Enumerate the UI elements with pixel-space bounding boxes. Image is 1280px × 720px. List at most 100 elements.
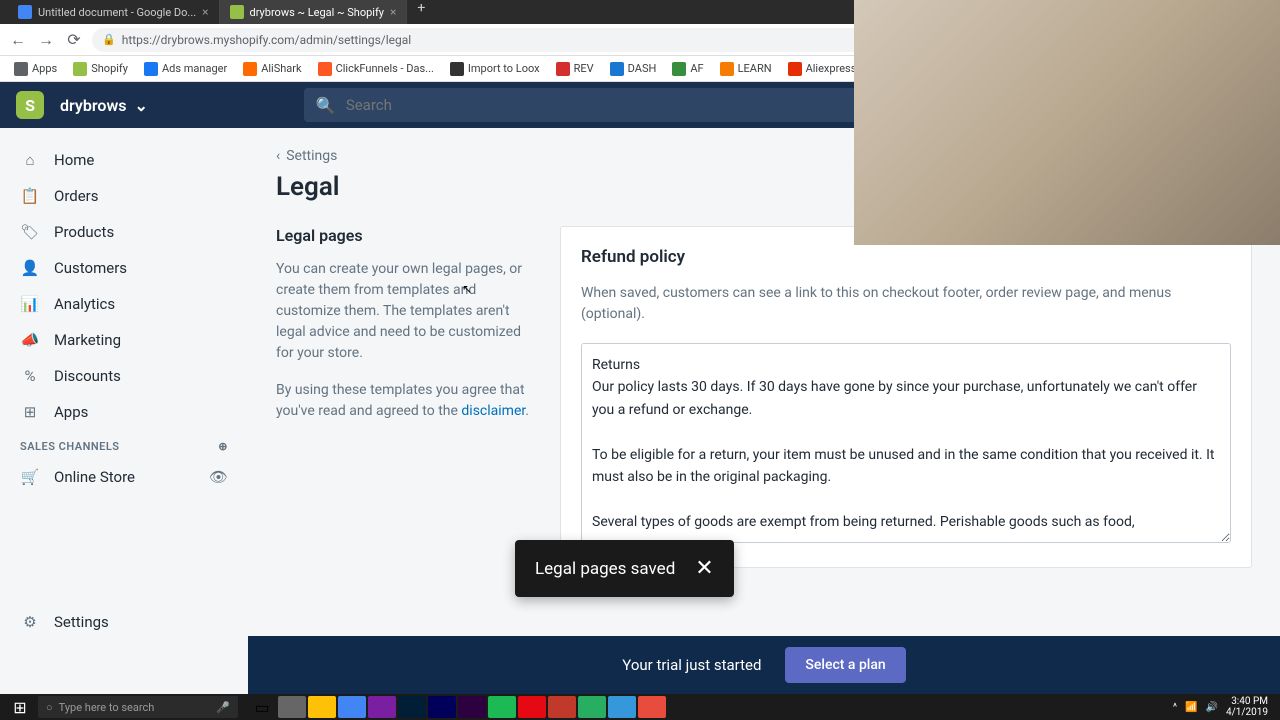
sidebar: ⌂Home 📋Orders 🏷Products 👤Customers 📊Anal…	[0, 128, 248, 654]
bookmark-loox[interactable]: Import to Loox	[444, 60, 546, 78]
taskbar-app-icon[interactable]	[278, 696, 306, 718]
save-toast: Legal pages saved ✕	[515, 540, 734, 597]
taskbar-app-icon[interactable]	[578, 696, 606, 718]
sidebar-item-marketing[interactable]: 📣Marketing	[0, 322, 248, 358]
customers-icon: 👤	[20, 258, 40, 278]
chevron-left-icon: ‹	[276, 148, 280, 164]
taskbar-search[interactable]: ○ Type here to search 🎤	[38, 696, 238, 718]
bookmark-clickfunnels[interactable]: ClickFunnels - Das...	[312, 60, 440, 78]
search-icon: ○	[46, 701, 53, 714]
bookmark-dash[interactable]: DASH	[604, 60, 663, 78]
close-icon[interactable]: ×	[202, 5, 208, 19]
bookmark-learn[interactable]: LEARN	[714, 60, 778, 78]
toast-message: Legal pages saved	[535, 559, 675, 579]
bookmark-icon	[450, 62, 464, 76]
lock-icon: 🔒	[102, 33, 116, 46]
taskbar-app-icon[interactable]	[608, 696, 636, 718]
bookmark-aliexpress[interactable]: Aliexpress	[782, 60, 863, 78]
premiere-icon[interactable]	[458, 696, 486, 718]
disclaimer-link[interactable]: disclaimer	[461, 403, 525, 419]
sidebar-section-channels: SALES CHANNELS ⊕	[0, 430, 248, 459]
url-text: https://drybrows.myshopify.com/admin/set…	[122, 33, 412, 47]
start-button[interactable]: ⊞	[4, 694, 36, 720]
discounts-icon: %	[20, 366, 40, 386]
sidebar-item-home[interactable]: ⌂Home	[0, 142, 248, 178]
bookmark-icon	[144, 62, 158, 76]
two-column-layout: Legal pages You can create your own lega…	[276, 226, 1252, 568]
network-icon[interactable]: 📶	[1185, 702, 1197, 713]
new-tab-button[interactable]: +	[407, 0, 435, 24]
bookmark-shopify[interactable]: Shopify	[67, 60, 134, 78]
mic-icon[interactable]: 🎤	[216, 701, 230, 714]
bookmark-rev[interactable]: REV	[550, 60, 600, 78]
add-channel-icon[interactable]: ⊕	[218, 440, 228, 453]
sidebar-item-products[interactable]: 🏷Products	[0, 214, 248, 250]
right-column: Refund policy When saved, customers can …	[560, 226, 1252, 568]
home-icon: ⌂	[20, 150, 40, 170]
tab-label: Untitled document - Google Do...	[38, 6, 196, 19]
spotify-icon[interactable]	[488, 696, 516, 718]
clock[interactable]: 3:40 PM 4/1/2019	[1226, 696, 1268, 718]
onenote-icon[interactable]	[368, 696, 396, 718]
chrome-icon[interactable]	[338, 696, 366, 718]
tab-shopify[interactable]: drybrows ~ Legal ~ Shopify ×	[220, 0, 408, 24]
tab-google-docs[interactable]: Untitled document - Google Do... ×	[8, 0, 220, 24]
task-view-icon[interactable]: ▭	[248, 696, 276, 718]
shopify-logo-icon: S	[16, 91, 44, 119]
search-input[interactable]	[346, 96, 872, 114]
close-icon[interactable]: ×	[390, 5, 396, 19]
cursor-icon: ↖	[462, 282, 472, 296]
sidebar-item-apps[interactable]: ⊞Apps	[0, 394, 248, 430]
reload-button[interactable]: ⟳	[64, 30, 84, 50]
volume-icon[interactable]: 🔊	[1206, 702, 1218, 713]
sidebar-item-orders[interactable]: 📋Orders	[0, 178, 248, 214]
bookmark-icon	[672, 62, 686, 76]
forward-button[interactable]: →	[36, 30, 56, 50]
taskbar-app-icon[interactable]	[548, 696, 576, 718]
bookmark-icon	[556, 62, 570, 76]
close-icon[interactable]: ✕	[695, 556, 713, 581]
bookmark-ads[interactable]: Ads manager	[138, 60, 233, 78]
bookmark-icon	[610, 62, 624, 76]
sidebar-item-settings[interactable]: ⚙Settings	[0, 604, 248, 640]
search-icon: 🔍	[316, 96, 336, 115]
shopify-favicon-icon	[230, 5, 244, 19]
webcam-overlay	[854, 0, 1280, 245]
bookmark-apps[interactable]: Apps	[8, 60, 63, 78]
agree-text: By using these templates you agree that …	[276, 380, 536, 422]
sidebar-item-discounts[interactable]: %Discounts	[0, 358, 248, 394]
store-switcher[interactable]: drybrows ⌄	[60, 96, 148, 115]
sidebar-item-customers[interactable]: 👤Customers	[0, 250, 248, 286]
chevron-down-icon: ⌄	[134, 96, 147, 115]
card-description: When saved, customers can see a link to …	[581, 283, 1231, 325]
sidebar-item-online-store[interactable]: 🛒 Online Store 👁	[0, 459, 248, 495]
bookmark-icon	[243, 62, 257, 76]
card-title: Refund policy	[581, 247, 1231, 267]
tray-icon[interactable]: ^	[1173, 702, 1177, 713]
search-bar[interactable]: 🔍	[304, 88, 884, 122]
back-button[interactable]: ←	[8, 30, 28, 50]
file-explorer-icon[interactable]	[308, 696, 336, 718]
photoshop-icon[interactable]	[398, 696, 426, 718]
select-plan-button[interactable]: Select a plan	[785, 647, 905, 683]
sidebar-item-analytics[interactable]: 📊Analytics	[0, 286, 248, 322]
refund-policy-textarea[interactable]	[581, 343, 1231, 543]
bookmark-icon	[720, 62, 734, 76]
left-column: Legal pages You can create your own lega…	[276, 226, 536, 568]
store-name-label: drybrows	[60, 96, 126, 115]
lightroom-icon[interactable]	[428, 696, 456, 718]
tabs-container: Untitled document - Google Do... × drybr…	[8, 0, 435, 24]
taskbar-apps: ▭	[248, 696, 666, 718]
gear-icon: ⚙	[20, 612, 40, 632]
bookmark-icon	[73, 62, 87, 76]
bookmark-af[interactable]: AF	[666, 60, 709, 78]
taskbar-app-icon[interactable]	[638, 696, 666, 718]
windows-taskbar: ⊞ ○ Type here to search 🎤 ▭ ^ 📶 🔊 3:40 P…	[0, 694, 1280, 720]
bookmark-alishark[interactable]: AliShark	[237, 60, 307, 78]
bookmark-icon	[788, 62, 802, 76]
eye-icon[interactable]: 👁	[209, 468, 228, 486]
trial-text: Your trial just started	[622, 656, 761, 674]
netflix-icon[interactable]	[518, 696, 546, 718]
system-tray: ^ 📶 🔊 3:40 PM 4/1/2019	[1173, 696, 1276, 718]
orders-icon: 📋	[20, 186, 40, 206]
